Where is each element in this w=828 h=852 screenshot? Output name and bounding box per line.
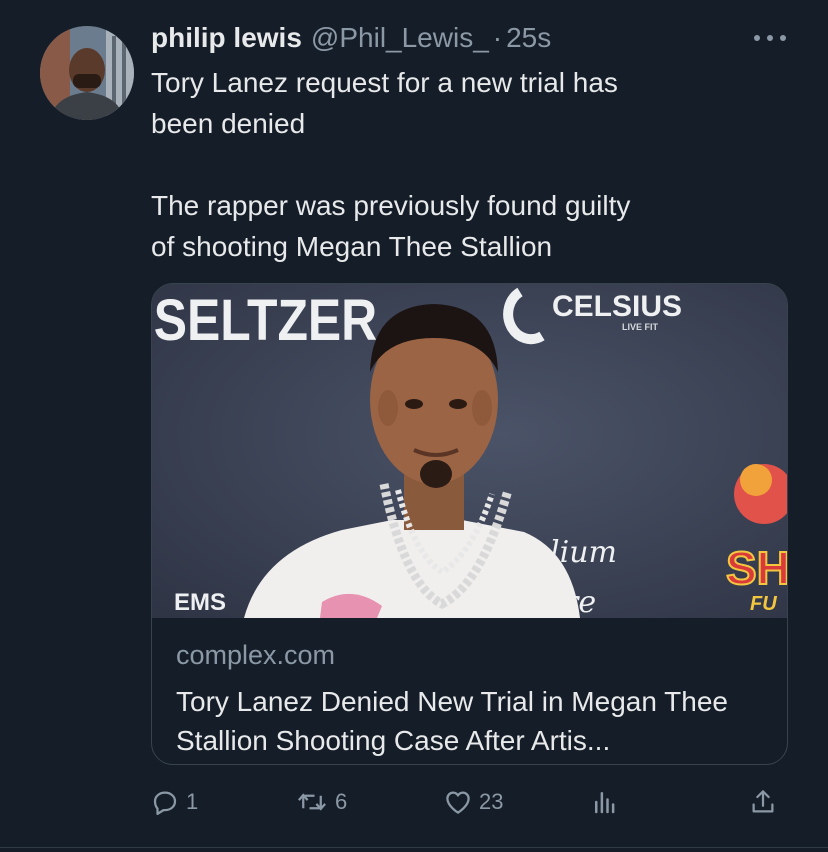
card-domain: complex.com: [176, 640, 336, 670]
action-bar: 1 6 23: [150, 782, 790, 822]
share-icon: [752, 790, 774, 813]
share-button[interactable]: [748, 782, 778, 822]
retweet-count: 6: [335, 789, 348, 814]
avatar[interactable]: [40, 26, 134, 120]
right-promo-sub-text: FU: [750, 593, 777, 615]
link-card[interactable]: SELTZER CELSIUS LIVE FIT EMS lium re SH …: [151, 283, 788, 765]
tweet[interactable]: philip lewis @Phil_Lewis_ · 25s Tory Lan…: [0, 0, 828, 852]
brand-right-text: CELSIUS: [552, 290, 682, 323]
like-button[interactable]: 23: [443, 782, 503, 822]
handle[interactable]: @Phil_Lewis_: [311, 22, 489, 54]
reply-icon: [153, 791, 177, 815]
reply-count: 1: [186, 789, 199, 814]
reply-button[interactable]: 1: [150, 782, 198, 822]
card-title[interactable]: Tory Lanez Denied New Trial in Megan The…: [176, 682, 776, 760]
card-image[interactable]: SELTZER CELSIUS LIVE FIT EMS lium re SH …: [152, 284, 788, 618]
tweet-text: Tory Lanez request for a new trial has b…: [151, 67, 631, 262]
views-icon: [595, 792, 615, 814]
timestamp[interactable]: 25s: [506, 22, 551, 54]
brand-left-text: SELTZER: [154, 289, 377, 353]
more-options-icon[interactable]: [750, 26, 790, 50]
right-promo-text: SH: [726, 542, 788, 594]
like-count: 23: [479, 789, 504, 814]
divider: [0, 847, 828, 848]
tweet-header: philip lewis @Phil_Lewis_ · 25s: [151, 22, 551, 58]
retweet-icon: [298, 793, 326, 811]
retweet-button[interactable]: 6: [295, 782, 347, 822]
card-meta: complex.com Tory Lanez Denied New Trial …: [176, 636, 776, 760]
separator-dot: ·: [492, 22, 503, 53]
display-name[interactable]: philip lewis: [151, 22, 302, 54]
lower-left-text: EMS: [174, 589, 226, 616]
brand-right-sub-text: LIVE FIT: [622, 322, 659, 332]
heart-icon: [446, 791, 470, 814]
views-button[interactable]: [590, 782, 620, 822]
